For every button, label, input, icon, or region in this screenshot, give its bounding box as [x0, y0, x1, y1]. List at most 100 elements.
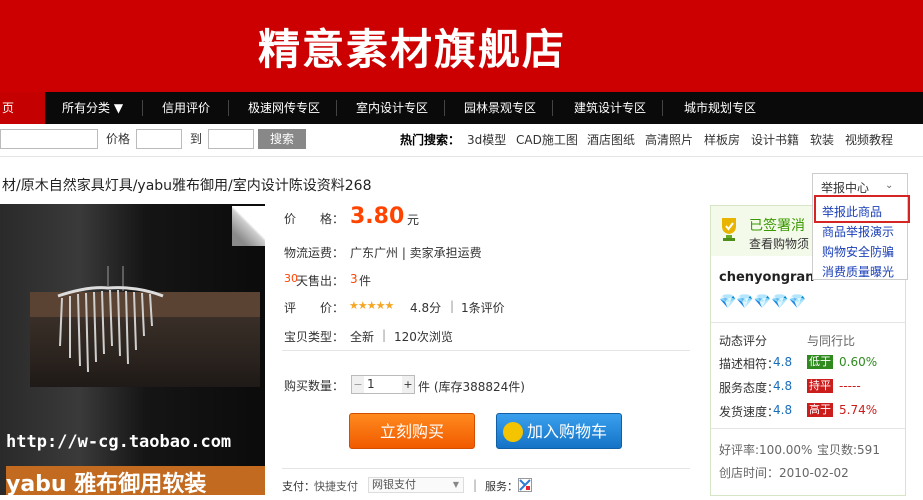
buy-now-button[interactable]: 立刻购买	[349, 413, 475, 449]
shipping-label: 物流运费：	[284, 246, 345, 260]
nav-divider	[552, 100, 553, 116]
rating-service-score: 4.8	[773, 379, 793, 393]
rating-separator: |	[450, 299, 455, 313]
hot-search-link[interactable]: CAD施工图	[516, 131, 578, 148]
service-badge-icon	[518, 478, 532, 492]
price-field-label: 价 格：	[284, 212, 345, 226]
report-this-item-link[interactable]: 举报此商品	[822, 203, 882, 220]
divider	[282, 468, 690, 469]
divider	[0, 156, 923, 157]
protection-trophy-icon	[722, 218, 736, 241]
quantity-decrease-button[interactable]: −	[352, 376, 364, 393]
quantity-increase-button[interactable]: +	[402, 376, 414, 393]
industry-compare-label: 与同行比	[807, 334, 856, 348]
nav-item-urban-planning[interactable]: 城市规划专区	[670, 92, 770, 124]
quantity-input[interactable]: 1	[367, 377, 375, 391]
chevron-down-icon: ⌄	[885, 180, 894, 191]
search-button[interactable]: 搜索	[258, 129, 306, 149]
hot-search-link[interactable]: 高清照片	[645, 131, 693, 148]
hot-search-label: 热门搜索：	[400, 133, 461, 147]
rating-label: 评 价：	[284, 301, 345, 315]
nav-item-landscape[interactable]: 园林景观专区	[450, 92, 550, 124]
price-value: 3.80	[350, 204, 405, 229]
keyword-input[interactable]	[0, 129, 98, 149]
divider	[711, 428, 905, 429]
price-min-input[interactable]	[136, 129, 182, 149]
views-separator: |	[382, 328, 387, 342]
anti-fraud-link[interactable]: 购物安全防骗	[822, 243, 894, 260]
rating-count-link[interactable]: 1条评价	[461, 299, 505, 316]
rating-service-label: 服务态度：	[719, 381, 780, 395]
nav-divider	[142, 100, 143, 116]
shipping-value: 广东广州 | 卖家承担运费	[350, 246, 482, 260]
rating-delivery-score: 4.8	[773, 403, 793, 417]
sold-value: 3	[350, 272, 358, 286]
shop-title: 精意素材旗舰店	[258, 25, 567, 74]
nav-divider	[444, 100, 445, 116]
rating-delivery-percent: 5.74%	[839, 403, 878, 417]
hot-search-link[interactable]: 设计书籍	[751, 131, 799, 148]
rating-desc-tag: 低于	[807, 355, 833, 369]
seller-credit-diamonds-icon: 💎💎💎💎💎	[719, 294, 807, 310]
quantity-stepper: − 1 +	[351, 375, 415, 394]
nav-item-architecture[interactable]: 建筑设计专区	[560, 92, 660, 124]
watermark-url: http://w-cg.taobao.com	[6, 432, 232, 452]
good-rate: 好评率:100.00%	[719, 443, 813, 457]
service-separator: |	[473, 478, 478, 492]
watermark-banner: yabu 雅布御用软装	[6, 466, 265, 495]
rating-desc-label: 描述相符：	[719, 357, 780, 371]
price-max-input[interactable]	[208, 129, 254, 149]
view-shopping-notice-link[interactable]: 查看购物须	[749, 235, 809, 252]
service-label: 服务：	[485, 480, 518, 493]
nav-divider	[336, 100, 337, 116]
payment-bank-select[interactable]: 网银支付 ▼	[368, 477, 464, 493]
add-to-cart-button[interactable]: 加入购物车	[496, 413, 622, 449]
nav-item-interior[interactable]: 室内设计专区	[342, 92, 442, 124]
price-to-label: 到	[190, 132, 203, 146]
item-count: 宝贝数:591	[817, 443, 880, 457]
nav-item-credit[interactable]: 信用评价	[148, 92, 224, 124]
nav-bar: 页 所有分类 ▼ 信用评价 极速网传专区 室内设计专区 园林景观专区 建筑设计专…	[0, 92, 923, 124]
payment-bank-value: 网银支付	[372, 478, 416, 491]
hot-search-link[interactable]: 样板房	[704, 131, 740, 148]
item-type-label: 宝贝类型：	[284, 330, 345, 344]
price-unit: 元	[407, 213, 420, 227]
quality-exposure-link[interactable]: 消费质量曝光	[822, 263, 894, 280]
divider	[282, 350, 690, 351]
chandelier-graphic	[57, 266, 164, 373]
product-title: 材/原木自然家具灯具/yabu雅布御用/室内设计陈设资料268	[2, 178, 372, 194]
nav-item-home[interactable]: 页	[0, 92, 45, 124]
page-curl-graphic	[232, 206, 265, 246]
product-image[interactable]: yabu 雅布御用软装 http://w-cg.taobao.com	[0, 204, 265, 495]
chevron-down-icon: ▼	[452, 480, 459, 489]
payment-quick-link[interactable]: 快捷支付	[314, 478, 358, 494]
payment-label: 支付：	[282, 480, 315, 493]
shop-created-date: 创店时间：2010-02-02	[719, 466, 849, 480]
rating-desc-percent: 0.60%	[839, 355, 878, 369]
hot-search-link[interactable]: 3d模型	[467, 131, 506, 148]
item-type-value: 全新	[350, 330, 375, 344]
nav-divider	[662, 100, 663, 116]
sold-label: 天售出：	[296, 274, 345, 288]
sold-unit: 件	[359, 274, 372, 288]
rating-desc-score: 4.8	[773, 355, 793, 369]
nav-item-all-categories[interactable]: 所有分类 ▼	[48, 92, 137, 124]
seller-name-link[interactable]: chenyongran	[719, 270, 814, 285]
report-center-label[interactable]: 举报中心	[821, 179, 869, 196]
rating-service-tag: 持平	[807, 379, 833, 393]
stock-info: 件 (库存388824件)	[418, 380, 525, 394]
cart-icon	[503, 422, 523, 442]
rating-delivery-tag: 高于	[807, 403, 833, 417]
nav-divider	[228, 100, 229, 116]
nav-item-fast-transfer[interactable]: 极速网传专区	[234, 92, 334, 124]
divider	[711, 322, 905, 323]
add-to-cart-label: 加入购物车	[527, 422, 608, 441]
report-demo-link[interactable]: 商品举报演示	[822, 223, 894, 240]
rating-stars-icon: ★★★★★	[349, 299, 394, 312]
dynamic-rating-label: 动态评分	[719, 334, 768, 348]
hot-search-link[interactable]: 酒店图纸	[587, 131, 635, 148]
signed-protection-text: 已签署消	[749, 218, 805, 234]
hot-search-link[interactable]: 视频教程	[845, 131, 893, 148]
quantity-label: 购买数量：	[284, 379, 345, 393]
hot-search-link[interactable]: 软装	[810, 131, 834, 148]
